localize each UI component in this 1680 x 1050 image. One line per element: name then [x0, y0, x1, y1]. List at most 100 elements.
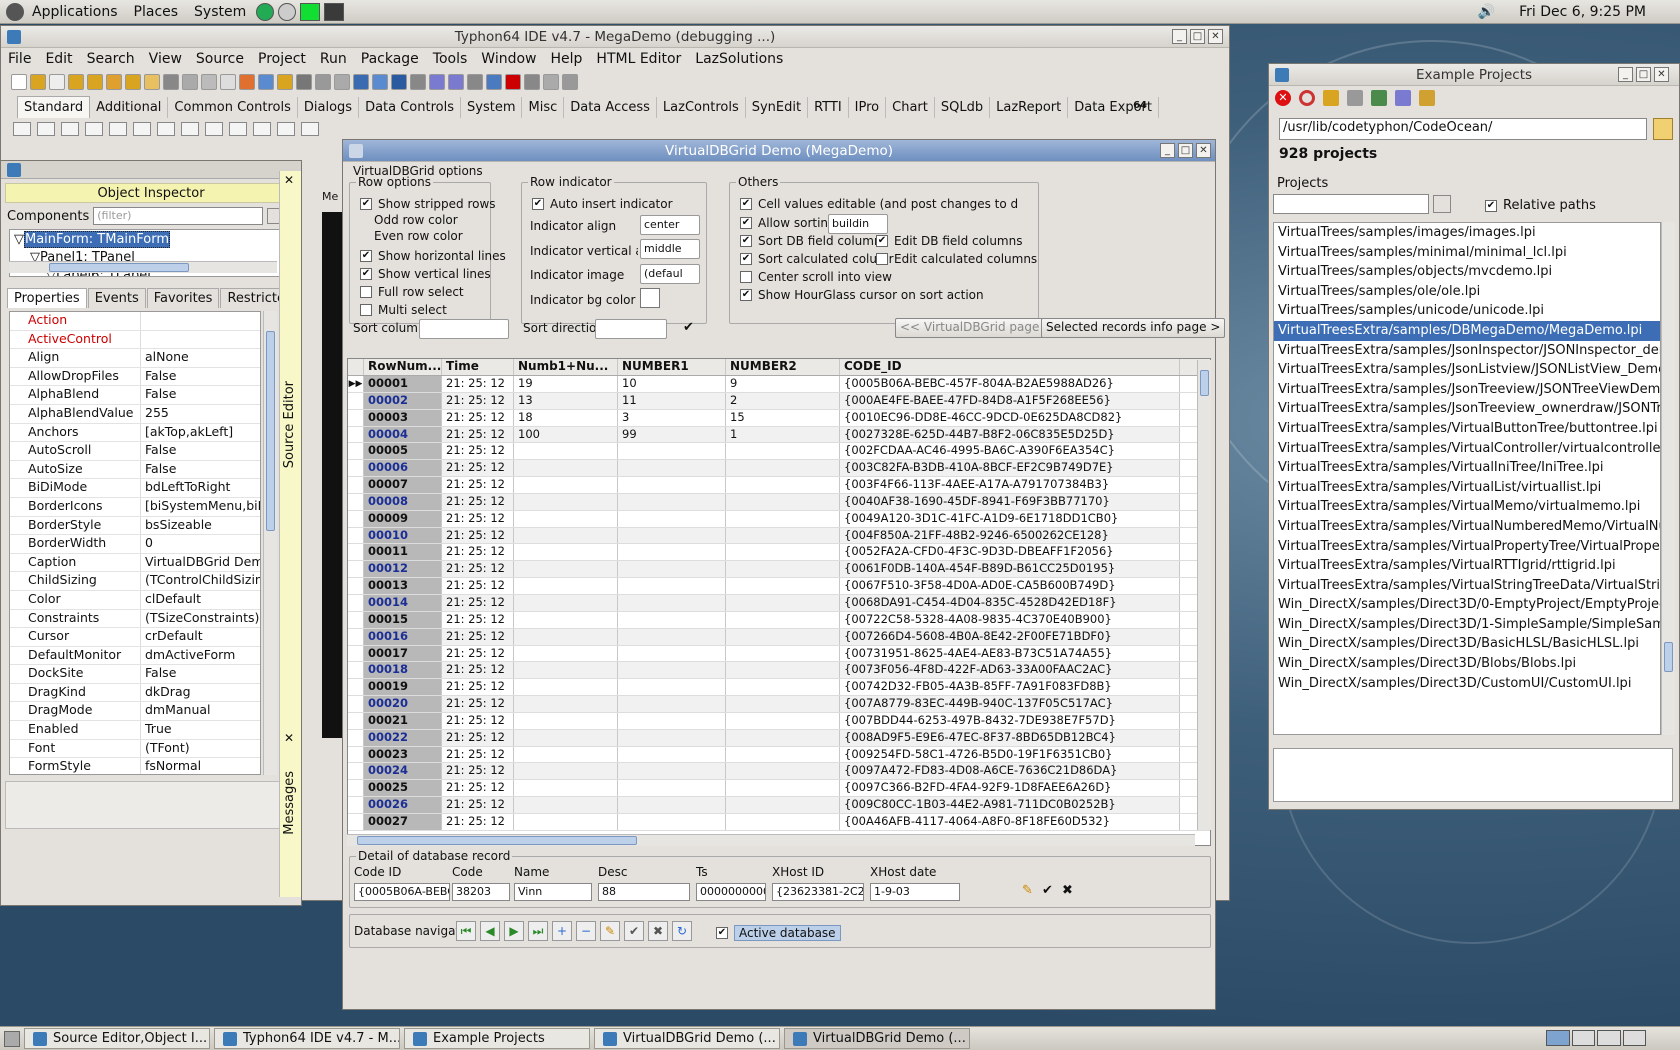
table-cell[interactable]: 21: 25: 12: [442, 561, 514, 578]
tree-hscroll[interactable]: [9, 261, 277, 273]
table-cell[interactable]: {0073F056-4F8D-422F-AD63-33A00FAAC2AC}: [840, 662, 1180, 679]
table-cell[interactable]: [726, 696, 840, 712]
project-list-item[interactable]: VirtualTrees/samples/unicode/unicode.lpi: [1274, 301, 1660, 321]
toolbar-button-icon[interactable]: [562, 74, 578, 90]
property-value[interactable]: dmActiveForm: [140, 646, 260, 665]
project-list-item[interactable]: VirtualTreesExtra/samples/VirtualList/vi…: [1274, 478, 1660, 498]
palette-tab-data-access[interactable]: Data Access: [564, 97, 657, 118]
property-value[interactable]: dkDrag: [140, 683, 260, 702]
row-option-check[interactable]: [360, 286, 372, 298]
property-value[interactable]: [140, 330, 260, 349]
property-row[interactable]: ChildSizing (TControlChildSizin: [10, 572, 260, 591]
system-monitor-icon[interactable]: [300, 2, 321, 21]
table-row[interactable]: 00026 21: 25: 12 {009C80CC-1B03-44E2-A981-…: [348, 797, 1210, 814]
table-cell[interactable]: [618, 712, 726, 729]
places-menu[interactable]: Places: [126, 4, 187, 20]
table-cell[interactable]: [514, 679, 618, 696]
toolbar-button-icon[interactable]: [182, 74, 198, 90]
property-row[interactable]: Font (TFont): [10, 739, 260, 759]
table-cell[interactable]: 00011: [364, 544, 442, 561]
table-cell[interactable]: 21: 25: 12: [442, 696, 514, 712]
refresh-icon[interactable]: [1299, 90, 1315, 106]
property-value[interactable]: [akTop,akLeft]: [140, 423, 260, 442]
close-button[interactable]: ✕: [1208, 29, 1223, 44]
table-row[interactable]: 00010 21: 25: 12 {004F850A-21FF-48B2-9246-…: [348, 527, 1210, 545]
table-cell[interactable]: [514, 797, 618, 813]
workspace-switcher[interactable]: [1546, 1030, 1646, 1046]
table-cell[interactable]: 00027: [364, 813, 442, 830]
vdbgrid-page-button[interactable]: << VirtualDBGrid page: [895, 318, 1045, 338]
table-row[interactable]: 00004 21: 25: 12 100 99 1 {0027328E-625D-44B7…: [348, 426, 1210, 444]
table-cell[interactable]: 1: [726, 426, 840, 443]
property-value[interactable]: clDefault: [140, 590, 260, 609]
others-option-check[interactable]: [876, 253, 888, 265]
table-row[interactable]: 00006 21: 25: 12 {003C82FA-B3DB-410A-8BCF-…: [348, 460, 1210, 478]
taskbar-button[interactable]: VirtualDBGrid Demo (...: [784, 1028, 970, 1049]
table-cell[interactable]: 00004: [364, 426, 442, 443]
row-option-checkbox[interactable]: Multi select: [360, 303, 447, 317]
project-list-item[interactable]: VirtualTreesExtra/samples/JsonTreeview/J…: [1274, 380, 1660, 400]
palette-tab-rtti[interactable]: RTTI: [808, 97, 849, 118]
palette-component-icon[interactable]: [301, 122, 319, 136]
others-option-checkbox[interactable]: ✔ Cell values editable (and post changes …: [740, 197, 1018, 211]
toolbar-button-icon[interactable]: [277, 74, 293, 90]
table-cell[interactable]: {0049A120-3D1C-41FC-A1D9-6E1718DD1CB0}: [840, 510, 1180, 527]
auto-insert-check[interactable]: ✔: [532, 198, 544, 210]
insert-record-icon[interactable]: +: [552, 921, 572, 941]
property-value[interactable]: False: [140, 460, 260, 479]
row-option-checkbox[interactable]: Odd row color: [374, 213, 458, 227]
table-cell[interactable]: {0010EC96-DD8E-46CC-9DCD-0E625DA8CD82}: [840, 409, 1180, 426]
demo-close-button[interactable]: ✕: [1196, 143, 1211, 158]
toolbar-button-icon[interactable]: [429, 74, 445, 90]
table-cell[interactable]: [618, 561, 726, 578]
system-menu[interactable]: System: [186, 4, 254, 20]
indicator-bg-swatch[interactable]: [640, 288, 660, 308]
build-icon[interactable]: [1323, 90, 1339, 106]
table-cell[interactable]: [514, 662, 618, 679]
table-cell[interactable]: [514, 628, 618, 645]
table-row[interactable]: 00014 21: 25: 12 {0068DA91-C454-4D04-835C-…: [348, 594, 1210, 612]
projects-maximize-button[interactable]: □: [1636, 67, 1651, 82]
table-cell[interactable]: 18: [514, 409, 618, 426]
table-cell[interactable]: {007A8779-83EC-449B-940C-137F05C517AC}: [840, 696, 1180, 712]
palette-component-icon[interactable]: [61, 122, 79, 136]
table-cell[interactable]: 00015: [364, 611, 442, 628]
table-cell[interactable]: 21: 25: 12: [442, 763, 514, 780]
table-cell[interactable]: 00013: [364, 578, 442, 594]
table-cell[interactable]: [726, 729, 840, 746]
table-cell[interactable]: [726, 712, 840, 729]
palette-tab-standard[interactable]: Standard: [17, 96, 91, 118]
row-option-checkbox[interactable]: Full row select: [360, 285, 464, 299]
project-list-item[interactable]: Win_DirectX/samples/Direct3D/CustomUI/Cu…: [1274, 674, 1660, 694]
auto-insert-checkbox[interactable]: ✔ Auto insert indicator: [532, 197, 673, 211]
property-row[interactable]: Action: [10, 312, 260, 331]
table-cell[interactable]: [514, 477, 618, 493]
table-cell[interactable]: [726, 443, 840, 460]
source-editor-label[interactable]: Source Editor: [282, 381, 297, 468]
table-cell[interactable]: 00006: [364, 460, 442, 477]
palette-tab-system[interactable]: System: [461, 97, 523, 118]
table-cell[interactable]: {0005B06A-BEBC-457F-804A-B2AE5988AD26}: [840, 376, 1180, 392]
table-cell[interactable]: {0097A472-FD83-4D08-A6CE-7636C21D86DA}: [840, 763, 1180, 780]
table-cell[interactable]: [726, 527, 840, 544]
table-cell[interactable]: 21: 25: 12: [442, 645, 514, 662]
table-cell[interactable]: 21: 25: 12: [442, 594, 514, 611]
table-row[interactable]: 00020 21: 25: 12 {007A8779-83EC-449B-940C-…: [348, 696, 1210, 713]
table-row[interactable]: 00005 21: 25: 12 {002FCDAA-AC46-4995-BA6C-…: [348, 443, 1210, 461]
others-option-check[interactable]: ✔: [876, 235, 888, 247]
delete-record-icon[interactable]: −: [576, 921, 596, 941]
table-cell[interactable]: [514, 561, 618, 578]
palette-component-icon[interactable]: [205, 122, 223, 136]
row-option-checkbox[interactable]: ✔ Show horizontal lines: [360, 249, 506, 263]
toolbar-button-icon[interactable]: [372, 74, 388, 90]
palette-tab-common-controls[interactable]: Common Controls: [168, 97, 298, 118]
table-cell[interactable]: {00A46AFB-4117-4064-A8F0-8F18FE60D532}: [840, 813, 1180, 830]
table-cell[interactable]: [726, 679, 840, 696]
dock-close-icon[interactable]: ✕: [284, 173, 294, 187]
sort-column-combo[interactable]: [419, 319, 509, 339]
table-cell[interactable]: 21: 25: 12: [442, 712, 514, 729]
property-value[interactable]: False: [140, 665, 260, 683]
project-list-item[interactable]: Win_DirectX/samples/Direct3D/1-SimpleSam…: [1274, 615, 1660, 635]
table-cell[interactable]: {0040AF38-1690-45DF-8941-F69F3BB77170}: [840, 493, 1180, 510]
property-row[interactable]: DragKind dkDrag: [10, 683, 260, 703]
